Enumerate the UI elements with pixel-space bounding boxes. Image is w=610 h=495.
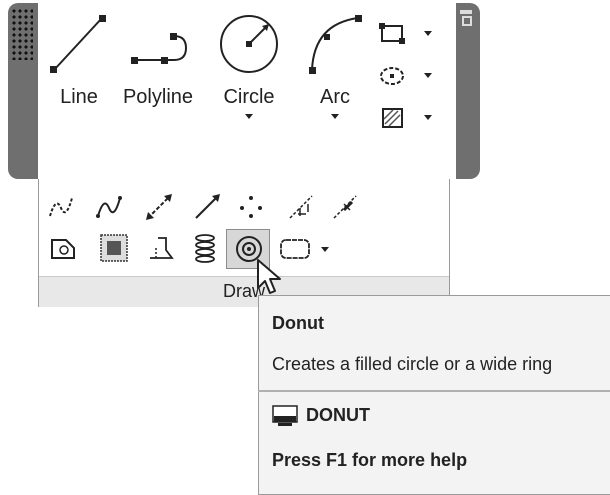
helix-icon[interactable] [190,232,220,264]
circle-button[interactable]: Circle [212,10,286,125]
rectangle-icon [379,23,405,44]
spline-fit-icon[interactable] [46,192,76,222]
ray-icon[interactable] [192,192,222,222]
panel-restore-icon[interactable] [462,16,472,26]
rectangle-dropdown-arrow[interactable] [424,31,432,36]
tooltip-divider [258,390,610,392]
arc-label: Arc [320,86,350,108]
divide-icon[interactable] [286,192,318,224]
3d-polyline-icon[interactable] [146,232,178,264]
hatch-dropdown-arrow[interactable] [424,115,432,120]
circle-dropdown-arrow[interactable] [245,114,253,119]
tooltip-command-name: DONUT [306,405,370,425]
arc-icon [309,15,362,74]
panel-minimize-icon[interactable] [460,10,472,14]
ellipse-dropdown-arrow[interactable] [424,73,432,78]
region-icon[interactable] [48,234,78,264]
wipeout-icon[interactable] [98,232,130,264]
circle-icon [220,15,278,73]
tooltip-help-text: Press F1 for more help [272,450,468,470]
measure-icon[interactable] [330,192,362,224]
spline-cv-icon[interactable] [94,192,124,222]
polyline-icon [131,33,188,64]
line-icon [50,15,106,73]
arc-button[interactable]: Arc [300,10,370,125]
tooltip-description: Creates a filled circle or a wide ring [272,354,553,374]
polyline-button[interactable]: Polyline [118,10,198,120]
circle-label: Circle [223,86,275,108]
mouse-cursor-icon [257,259,281,294]
command-line-icon [272,405,298,426]
panel-grip-handle[interactable] [11,8,33,60]
revision-cloud-dropdown-arrow[interactable] [321,247,329,252]
ellipse-icon [380,67,404,85]
arc-dropdown-arrow[interactable] [331,114,339,119]
multiple-points-icon[interactable] [236,192,266,222]
line-button[interactable]: Line [44,10,114,120]
ellipse-button[interactable] [378,64,438,88]
line-label: Line [60,86,98,108]
hatch-icon [382,108,403,128]
rectangle-button[interactable] [378,22,438,46]
tooltip-title: Donut [272,313,324,333]
hatch-button[interactable] [378,104,438,132]
polyline-label: Polyline [122,86,194,108]
construction-line-icon[interactable] [144,192,174,222]
